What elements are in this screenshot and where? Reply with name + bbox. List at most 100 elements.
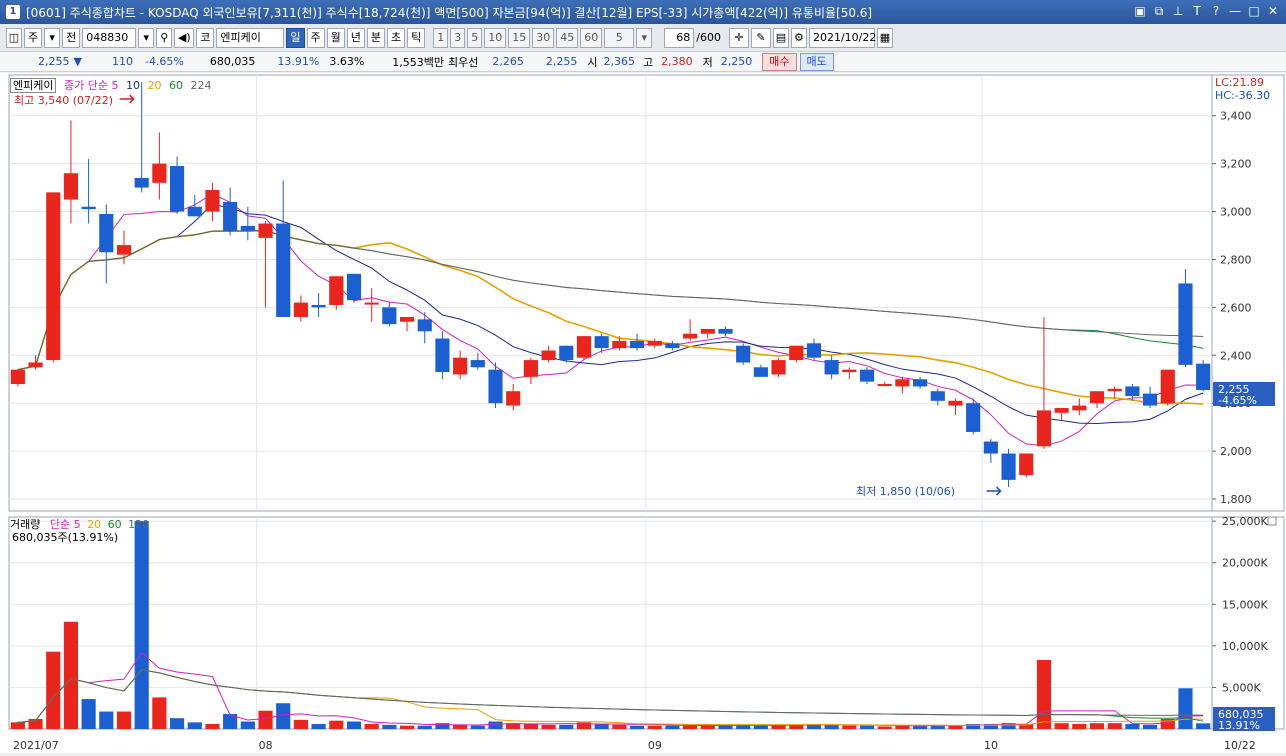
- volume-bar: [1072, 724, 1087, 729]
- candle-body: [700, 328, 715, 334]
- turnover-rate: 3.63%: [329, 55, 365, 68]
- price-ma-label: 종가 단순: [63, 79, 108, 92]
- period-tab-month[interactable]: 월: [326, 27, 345, 48]
- period-tab-week[interactable]: 주: [306, 27, 325, 48]
- candle-body: [1107, 388, 1122, 392]
- best-bid: 2,255: [545, 55, 578, 68]
- candle-body: [629, 340, 645, 349]
- volume-bar: [1054, 723, 1069, 729]
- save-icon[interactable]: ▤: [772, 27, 789, 48]
- volume-bar: [169, 718, 185, 729]
- candle-body: [169, 166, 185, 212]
- volume-bar: [594, 724, 609, 729]
- candle-body: [134, 178, 149, 188]
- quote-bar: 2,255 ▼ 110 -4.65% 680,035 13.91% 3.63% …: [0, 52, 1286, 72]
- calendar-icon[interactable]: ▦: [876, 27, 893, 48]
- volume-bar: [311, 724, 326, 729]
- candle-body: [559, 345, 574, 361]
- price-ma-224: 224: [190, 79, 212, 92]
- layout-icon[interactable]: ▣: [1133, 3, 1147, 19]
- candle-body: [806, 343, 822, 358]
- speaker-icon[interactable]: ◀): [174, 27, 195, 48]
- candle-body: [223, 201, 238, 231]
- interval-10[interactable]: 10: [484, 27, 507, 48]
- stock-code-input[interactable]: 048830: [82, 27, 137, 48]
- close-icon[interactable]: ✕: [1266, 3, 1280, 19]
- interval-1[interactable]: 1: [433, 27, 449, 48]
- stock-label: 엔피케이: [10, 78, 57, 93]
- candle-body: [1089, 391, 1105, 404]
- volume-bar: [824, 724, 839, 729]
- candle-body: [576, 336, 592, 358]
- candle-body: [913, 379, 928, 387]
- volume-bar: [1178, 688, 1193, 729]
- interval-dropdown-icon[interactable]: ▾: [636, 27, 653, 48]
- period-tab-tick[interactable]: 틱: [407, 27, 426, 48]
- help-icon[interactable]: ?: [1209, 3, 1223, 19]
- candle-body: [1001, 453, 1016, 480]
- chart-area[interactable]: 3,4003,2003,0002,8002,6002,4002,2002,000…: [0, 73, 1286, 753]
- candle-body: [665, 343, 680, 349]
- price-volume-chart[interactable]: 3,4003,2003,0002,8002,6002,4002,2002,000…: [0, 73, 1286, 753]
- candle-body: [382, 307, 397, 325]
- interval-45[interactable]: 45: [556, 27, 579, 48]
- interval-30[interactable]: 30: [532, 27, 555, 48]
- price-tick-label: 1,800: [1220, 493, 1252, 506]
- volume-bar: [346, 721, 362, 729]
- candle-body: [258, 223, 273, 238]
- text-icon[interactable]: T: [1190, 3, 1204, 19]
- volume-bar: [877, 726, 892, 729]
- prev-button[interactable]: 전: [62, 27, 81, 48]
- candle-body: [453, 357, 468, 375]
- volume-axis-frame: [1211, 516, 1285, 730]
- period-tab-minute[interactable]: 분: [366, 27, 385, 48]
- period-tab-second[interactable]: 초: [387, 27, 406, 48]
- volume-bar: [523, 724, 538, 729]
- low-annotation: 최저 1,850 (10/06): [856, 485, 956, 498]
- title-bar: 1 [0601] 주식종합차트 - KOSDAQ 외국인보유[7,311(천)]…: [0, 0, 1286, 24]
- period-tab-year[interactable]: 년: [346, 27, 365, 48]
- interval-60[interactable]: 60: [580, 27, 603, 48]
- interval-15[interactable]: 15: [508, 27, 531, 48]
- date-input[interactable]: 2021/10/22: [808, 27, 876, 48]
- candle-body: [399, 316, 415, 322]
- price-ma-20: 20: [147, 79, 162, 92]
- sell-button[interactable]: 매도: [799, 52, 834, 71]
- candle-body: [718, 328, 733, 334]
- restore-icon[interactable]: ⧉: [1152, 3, 1166, 19]
- volume-bar: [134, 521, 149, 729]
- minimize-icon[interactable]: —: [1228, 3, 1242, 19]
- volume-bar: [700, 725, 715, 729]
- candle-body: [594, 336, 609, 349]
- volume-bar: [559, 724, 574, 729]
- search-icon[interactable]: ⚲: [156, 27, 173, 48]
- period-tab-day[interactable]: 일: [286, 27, 305, 48]
- count-input[interactable]: 68: [664, 27, 695, 48]
- buy-button[interactable]: 매수: [762, 52, 797, 71]
- dropdown-icon[interactable]: ▾: [44, 27, 61, 48]
- panel-collapse-icon: [1267, 516, 1277, 526]
- chart-type-icon[interactable]: ◫: [6, 27, 22, 48]
- crosshair-icon[interactable]: ✛: [728, 27, 749, 48]
- settings-icon[interactable]: ⚙: [790, 27, 807, 48]
- draw-icon[interactable]: ✎: [750, 27, 771, 48]
- x-axis-label: 08: [259, 739, 273, 752]
- interval-5[interactable]: 5: [467, 27, 483, 48]
- volume-bar: [116, 711, 132, 729]
- maximize-icon[interactable]: □: [1247, 3, 1261, 19]
- candle-body: [895, 379, 910, 387]
- volume-bar: [647, 725, 662, 729]
- stock-type-select[interactable]: 주: [24, 27, 43, 48]
- market-button[interactable]: 코: [196, 27, 215, 48]
- code-dropdown-icon[interactable]: ▾: [138, 27, 155, 48]
- candle-body: [435, 338, 450, 373]
- candle-body: [417, 319, 432, 332]
- price-tick-label: 2,800: [1220, 253, 1252, 266]
- pin-icon[interactable]: ⊥: [1171, 3, 1185, 19]
- trade-volume: 680,035: [209, 55, 256, 68]
- price-ma-10: 10: [125, 79, 140, 92]
- volume-bar: [10, 722, 25, 729]
- volume-bar: [399, 725, 415, 729]
- interval-3[interactable]: 3: [450, 27, 466, 48]
- interval-input[interactable]: 5: [604, 27, 635, 48]
